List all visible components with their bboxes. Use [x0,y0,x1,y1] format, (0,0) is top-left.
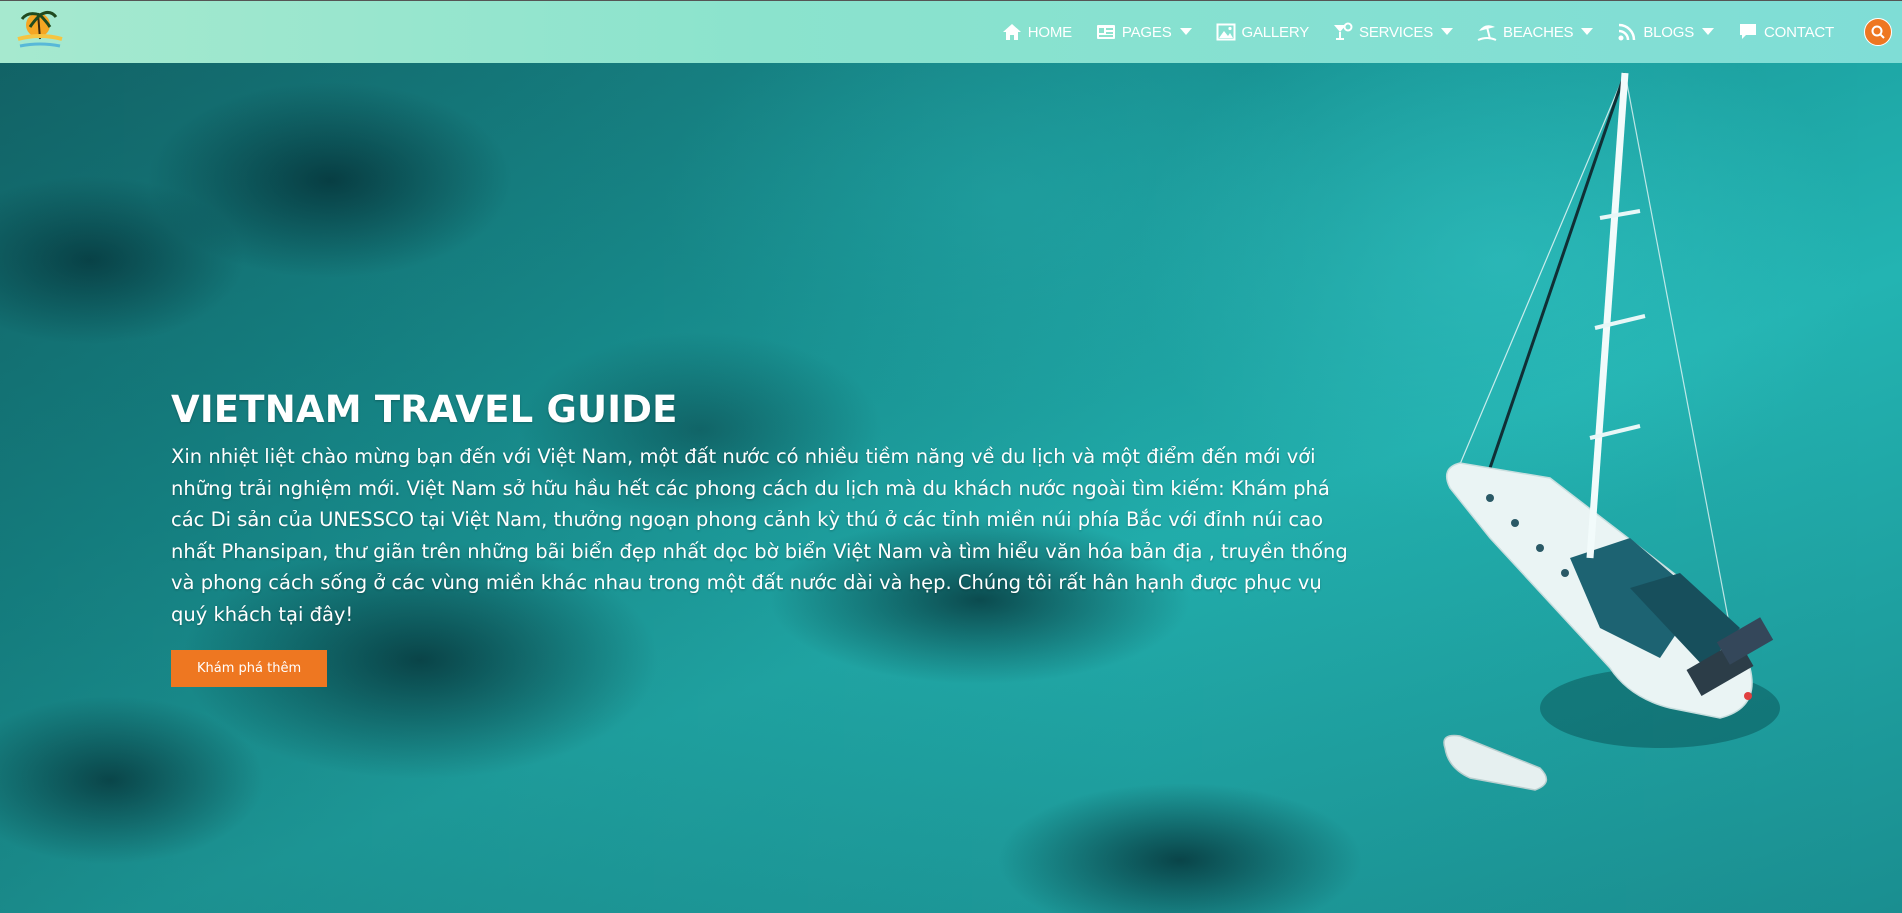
nav-item-pages[interactable]: PAGES [1084,1,1204,63]
hero-content: VIETNAM TRAVEL GUIDE Xin nhiệt liệt chào… [171,388,1351,687]
sailboat-image [1443,72,1780,791]
chevron-down-icon [1702,28,1715,36]
page: HOME PAGES GALLERY SERVICES BEACHES BLOG… [0,0,1902,913]
nav-item-home[interactable]: HOME [990,1,1084,63]
nav-label: PAGES [1121,23,1172,41]
nav-item-blogs[interactable]: BLOGS [1605,1,1726,63]
chevron-down-icon [1179,28,1192,36]
rss-icon [1617,22,1637,42]
chevron-down-icon [1441,28,1454,36]
chevron-down-icon [1581,28,1594,36]
nav-item-gallery[interactable]: GALLERY [1204,1,1322,63]
nav-label: GALLERY [1241,23,1310,41]
palm-beach-logo-icon [17,10,63,48]
nav-label: HOME [1027,23,1072,41]
top-navbar: HOME PAGES GALLERY SERVICES BEACHES BLOG… [0,0,1902,63]
nav-item-services[interactable]: SERVICES [1321,1,1465,63]
cocktail-icon [1333,22,1353,42]
main-nav: HOME PAGES GALLERY SERVICES BEACHES BLOG… [990,1,1846,63]
nav-label: BLOGS [1643,23,1695,41]
beach-umbrella-icon [1477,22,1497,42]
hero-description: Xin nhiệt liệt chào mừng bạn đến với Việ… [171,445,1348,626]
nav-item-contact[interactable]: CONTACT [1726,1,1846,63]
pages-icon [1096,22,1116,42]
nav-label: SERVICES [1359,23,1434,41]
hero-title: VIETNAM TRAVEL GUIDE [171,388,678,431]
site-logo[interactable] [12,5,68,57]
chat-icon [1738,22,1758,42]
gallery-icon [1216,22,1236,42]
explore-more-button[interactable]: Khám phá thêm [171,650,328,687]
home-icon [1002,22,1022,42]
nav-label: CONTACT [1764,23,1834,41]
nav-item-beaches[interactable]: BEACHES [1465,1,1605,63]
search-button[interactable] [1864,18,1892,46]
search-icon [1871,25,1885,39]
nav-label: BEACHES [1503,23,1574,41]
